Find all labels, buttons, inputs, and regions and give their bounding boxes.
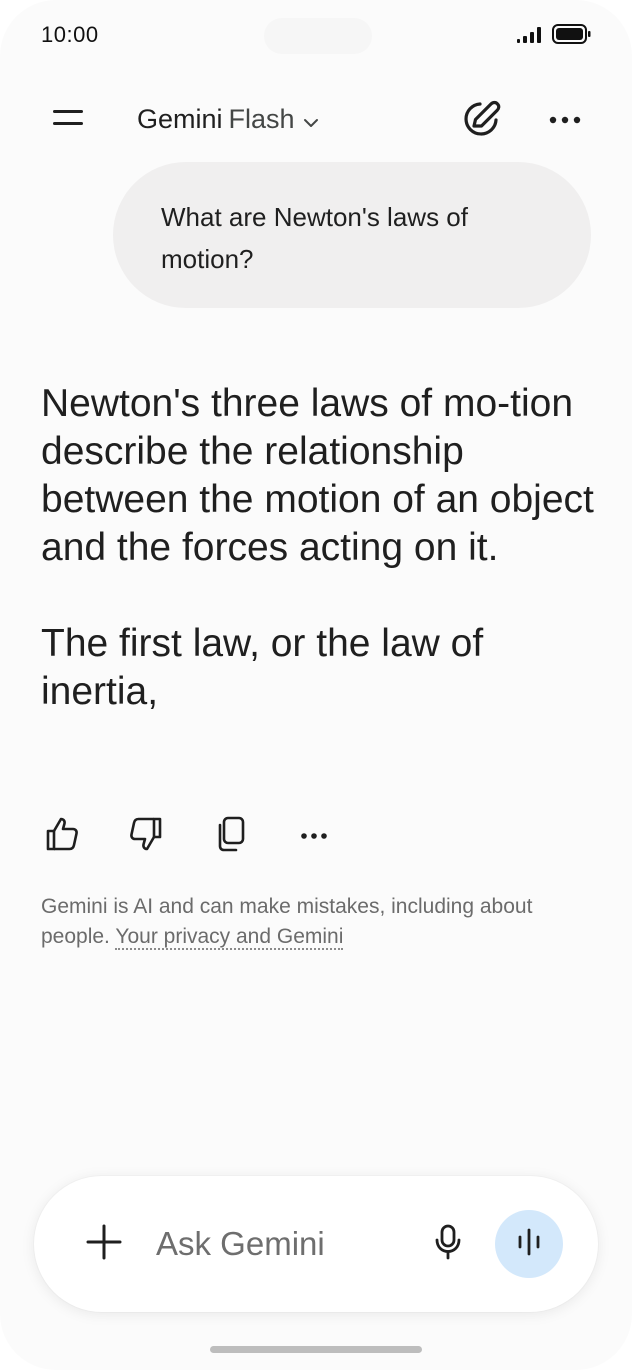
dynamic-island bbox=[264, 18, 372, 54]
thumbs-up-icon bbox=[45, 816, 79, 857]
phone-screen: 10:00 Gemini Flash What are Newton's law… bbox=[0, 0, 632, 1370]
privacy-link[interactable]: Your privacy and Gemini bbox=[115, 925, 344, 950]
status-time: 10:00 bbox=[41, 22, 99, 47]
copy-button[interactable] bbox=[208, 812, 252, 860]
microphone-button[interactable] bbox=[428, 1222, 468, 1266]
user-message-bubble: What are Newton's laws of motion? bbox=[113, 162, 591, 308]
chevron-down-icon bbox=[303, 104, 319, 135]
status-icons bbox=[516, 24, 592, 49]
more-horizontal-icon bbox=[549, 111, 581, 129]
model-variant: Flash bbox=[228, 103, 295, 134]
thumbs-up-button[interactable] bbox=[40, 812, 84, 860]
plus-icon bbox=[86, 1224, 122, 1265]
menu-button[interactable] bbox=[46, 100, 90, 140]
more-horizontal-icon bbox=[300, 827, 328, 845]
live-mode-button[interactable] bbox=[495, 1210, 563, 1278]
prompt-composer bbox=[34, 1176, 598, 1312]
home-indicator[interactable] bbox=[210, 1346, 422, 1353]
add-attachment-button[interactable] bbox=[84, 1222, 124, 1266]
ask-gemini-input[interactable] bbox=[156, 1216, 406, 1272]
thumbs-down-button[interactable] bbox=[124, 812, 168, 860]
response-paragraph: The first law, or the law of inertia, bbox=[41, 622, 484, 713]
thumbs-down-icon bbox=[129, 816, 163, 857]
microphone-icon bbox=[434, 1224, 462, 1265]
assistant-response: Newton's three laws of mo-tion describe … bbox=[41, 380, 601, 716]
new-chat-button[interactable] bbox=[458, 98, 504, 144]
model-selector[interactable]: Gemini Flash bbox=[137, 100, 319, 138]
ai-disclaimer: Gemini is AI and can make mistakes, incl… bbox=[41, 892, 601, 952]
copy-icon bbox=[215, 816, 245, 857]
user-message-text: What are Newton's laws of motion? bbox=[161, 202, 468, 274]
live-waveform-icon bbox=[514, 1227, 544, 1262]
signal-icon bbox=[516, 25, 546, 48]
more-options-button[interactable] bbox=[542, 100, 588, 140]
response-paragraph: Newton's three laws of mo-tion describe … bbox=[41, 382, 594, 569]
response-actions bbox=[40, 812, 376, 860]
model-name: Gemini bbox=[137, 103, 223, 134]
battery-icon bbox=[552, 24, 592, 49]
hamburger-menu-icon bbox=[52, 108, 84, 133]
new-chat-pen-icon bbox=[460, 98, 502, 145]
response-more-button[interactable] bbox=[292, 812, 336, 860]
